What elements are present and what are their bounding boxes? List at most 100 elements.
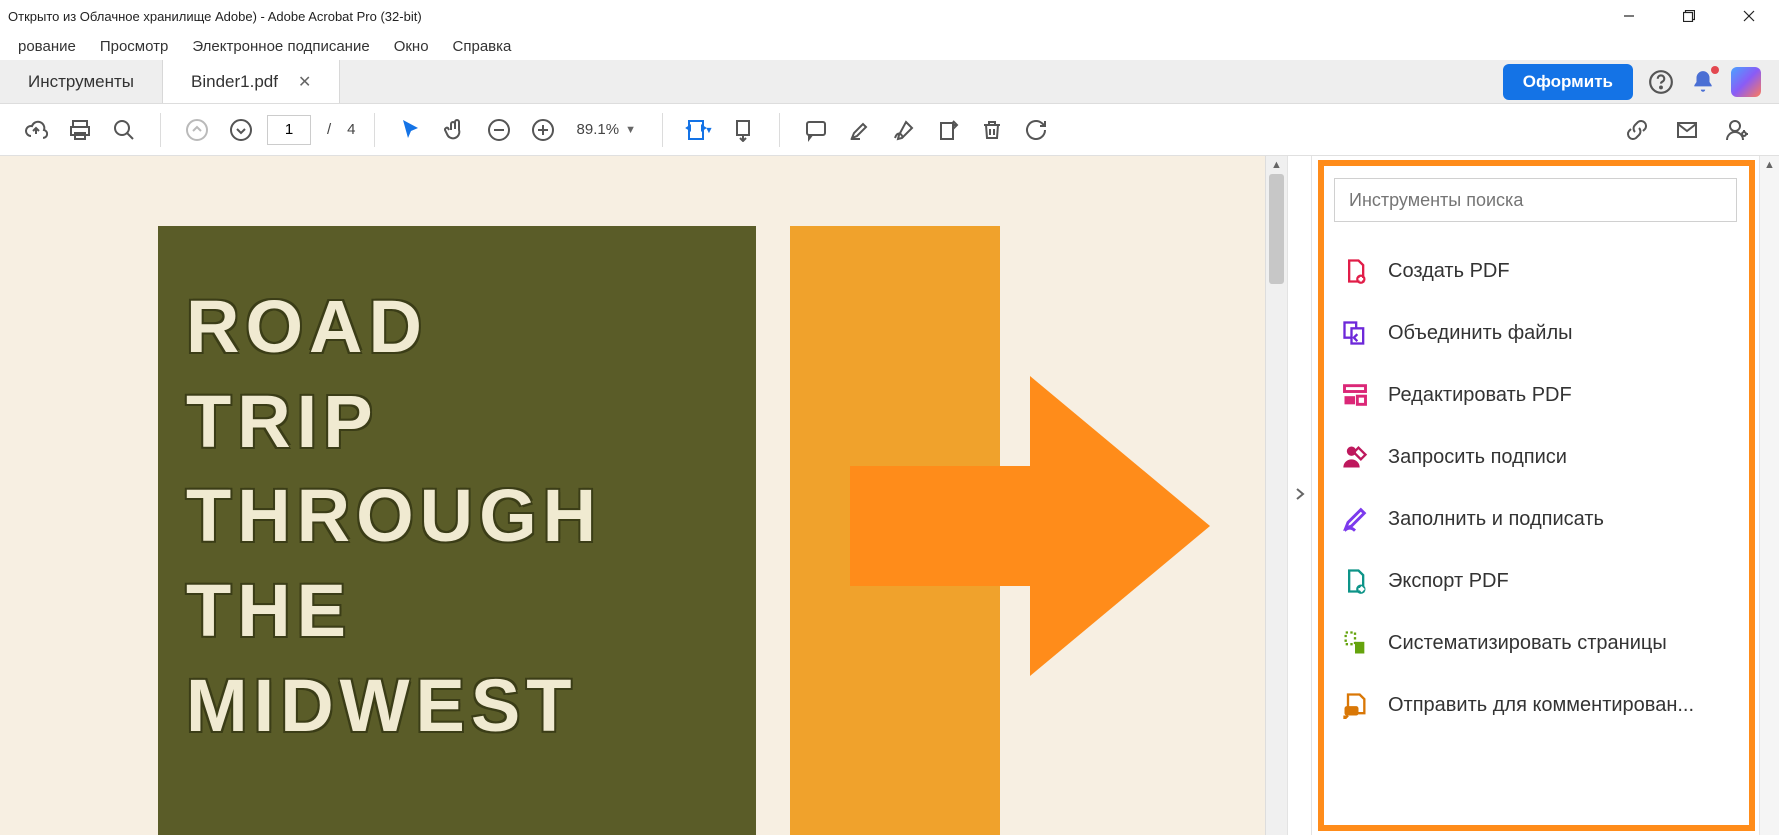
doc-text-line1: ROAD bbox=[186, 280, 728, 375]
hand-tool-icon[interactable] bbox=[437, 112, 473, 148]
fit-page-icon[interactable] bbox=[725, 112, 761, 148]
menu-item-help[interactable]: Справка bbox=[441, 34, 524, 59]
close-button[interactable] bbox=[1719, 0, 1779, 32]
zoom-value: 89.1% bbox=[577, 121, 620, 138]
annotation-arrow-icon bbox=[850, 376, 1210, 676]
scrollbar-thumb[interactable] bbox=[1269, 174, 1284, 284]
share-people-icon[interactable] bbox=[1719, 112, 1755, 148]
tool-organize-pages[interactable]: Систематизировать страницы bbox=[1334, 616, 1737, 670]
rotate-icon[interactable] bbox=[1018, 112, 1054, 148]
tools-list: Создать PDF Объединить файлы Редактирова… bbox=[1334, 244, 1737, 732]
close-tab-icon[interactable]: ✕ bbox=[298, 72, 311, 92]
tool-label: Объединить файлы bbox=[1388, 322, 1573, 345]
tabs-row: Инструменты Binder1.pdf ✕ Оформить bbox=[0, 60, 1779, 104]
tool-export-pdf[interactable]: Экспорт PDF bbox=[1334, 554, 1737, 608]
tools-search-input[interactable] bbox=[1334, 178, 1737, 222]
tab-tools-label: Инструменты bbox=[28, 72, 134, 92]
export-pdf-icon bbox=[1340, 566, 1370, 596]
document-canvas: ROAD TRIP THROUGH THE MIDWEST bbox=[0, 156, 1265, 835]
toolbar-right bbox=[1619, 112, 1761, 148]
tool-combine-files[interactable]: Объединить файлы bbox=[1334, 306, 1737, 360]
zoom-in-icon[interactable] bbox=[525, 112, 561, 148]
menu-bar: рование Просмотр Электронное подписание … bbox=[0, 32, 1779, 60]
zoom-out-icon[interactable] bbox=[481, 112, 517, 148]
comment-icon[interactable] bbox=[798, 112, 834, 148]
delete-icon[interactable] bbox=[974, 112, 1010, 148]
window-controls bbox=[1599, 0, 1779, 32]
menu-item-edit[interactable]: рование bbox=[6, 34, 88, 59]
doc-text-line2: TRIP bbox=[186, 375, 728, 470]
page-up-icon[interactable] bbox=[179, 112, 215, 148]
organize-pages-icon bbox=[1340, 628, 1370, 658]
page-separator: / bbox=[327, 121, 331, 138]
tab-document-label: Binder1.pdf bbox=[191, 72, 278, 92]
page-number-input[interactable] bbox=[267, 115, 311, 145]
chevron-down-icon: ▼ bbox=[625, 124, 636, 136]
panel-collapse-column bbox=[1287, 156, 1311, 835]
document-viewport[interactable]: ROAD TRIP THROUGH THE MIDWEST bbox=[0, 156, 1265, 835]
toolbar: / 4 89.1% ▼ ▼ bbox=[0, 104, 1779, 156]
menu-item-window[interactable]: Окно bbox=[382, 34, 441, 59]
help-icon[interactable] bbox=[1647, 68, 1675, 96]
window-title: Открыто из Облачное хранилище Adobe) - A… bbox=[8, 9, 422, 24]
notifications-icon[interactable] bbox=[1689, 68, 1717, 96]
tabs-right: Оформить bbox=[1503, 60, 1779, 103]
scroll-up-icon[interactable]: ▲ bbox=[1266, 156, 1287, 174]
tool-label: Заполнить и подписать bbox=[1388, 508, 1604, 531]
page-down-icon[interactable] bbox=[223, 112, 259, 148]
print-icon[interactable] bbox=[62, 112, 98, 148]
toolbar-separator bbox=[374, 113, 375, 147]
rotate-page-icon[interactable] bbox=[930, 112, 966, 148]
menu-item-sign[interactable]: Электронное подписание bbox=[180, 34, 381, 59]
tool-label: Редактировать PDF bbox=[1388, 384, 1572, 407]
tool-label: Систематизировать страницы bbox=[1388, 632, 1667, 655]
doc-green-block: ROAD TRIP THROUGH THE MIDWEST bbox=[158, 226, 756, 835]
subscribe-button[interactable]: Оформить bbox=[1503, 64, 1633, 100]
create-pdf-icon bbox=[1340, 256, 1370, 286]
tool-send-for-comments[interactable]: Отправить для комментирован... bbox=[1334, 678, 1737, 732]
tabs-left: Инструменты Binder1.pdf ✕ bbox=[0, 60, 340, 103]
email-icon[interactable] bbox=[1669, 112, 1705, 148]
tool-label: Создать PDF bbox=[1388, 260, 1510, 283]
doc-text-line5: MIDWEST bbox=[186, 659, 728, 754]
tools-panel: Создать PDF Объединить файлы Редактирова… bbox=[1311, 156, 1779, 835]
tool-label: Запросить подписи bbox=[1388, 446, 1567, 469]
fit-width-icon[interactable]: ▼ bbox=[681, 112, 717, 148]
doc-text-line3: THROUGH bbox=[186, 469, 728, 564]
combine-files-icon bbox=[1340, 318, 1370, 348]
menu-item-view[interactable]: Просмотр bbox=[88, 34, 181, 59]
highlight-icon[interactable] bbox=[842, 112, 878, 148]
page-total: 4 bbox=[347, 121, 355, 138]
toolbar-separator bbox=[662, 113, 663, 147]
tools-panel-scrollbar[interactable]: ▲ bbox=[1759, 156, 1779, 835]
scroll-up-icon[interactable]: ▲ bbox=[1760, 156, 1779, 174]
main-area: ROAD TRIP THROUGH THE MIDWEST ▲ bbox=[0, 156, 1779, 835]
tool-fill-sign[interactable]: Заполнить и подписать bbox=[1334, 492, 1737, 546]
select-tool-icon[interactable] bbox=[393, 112, 429, 148]
zoom-dropdown[interactable]: 89.1% ▼ bbox=[569, 121, 644, 138]
toolbar-separator bbox=[779, 113, 780, 147]
tab-document[interactable]: Binder1.pdf ✕ bbox=[163, 60, 340, 103]
doc-text-line4: THE bbox=[186, 564, 728, 659]
edit-pdf-icon bbox=[1340, 380, 1370, 410]
tool-request-signatures[interactable]: Запросить подписи bbox=[1334, 430, 1737, 484]
account-avatar-icon[interactable] bbox=[1731, 67, 1761, 97]
tool-label: Экспорт PDF bbox=[1388, 570, 1509, 593]
request-signatures-icon bbox=[1340, 442, 1370, 472]
tool-edit-pdf[interactable]: Редактировать PDF bbox=[1334, 368, 1737, 422]
toolbar-separator bbox=[160, 113, 161, 147]
cloud-save-icon[interactable] bbox=[18, 112, 54, 148]
fill-sign-icon bbox=[1340, 504, 1370, 534]
tab-tools[interactable]: Инструменты bbox=[0, 60, 163, 103]
window-titlebar: Открыто из Облачное хранилище Adobe) - A… bbox=[0, 0, 1779, 32]
minimize-button[interactable] bbox=[1599, 0, 1659, 32]
tool-create-pdf[interactable]: Создать PDF bbox=[1334, 244, 1737, 298]
search-icon[interactable] bbox=[106, 112, 142, 148]
sign-icon[interactable] bbox=[886, 112, 922, 148]
share-link-icon[interactable] bbox=[1619, 112, 1655, 148]
panel-collapse-icon[interactable] bbox=[1295, 487, 1305, 504]
send-for-comments-icon bbox=[1340, 690, 1370, 720]
document-scrollbar[interactable]: ▲ bbox=[1265, 156, 1287, 835]
tool-label: Отправить для комментирован... bbox=[1388, 694, 1694, 717]
maximize-button[interactable] bbox=[1659, 0, 1719, 32]
